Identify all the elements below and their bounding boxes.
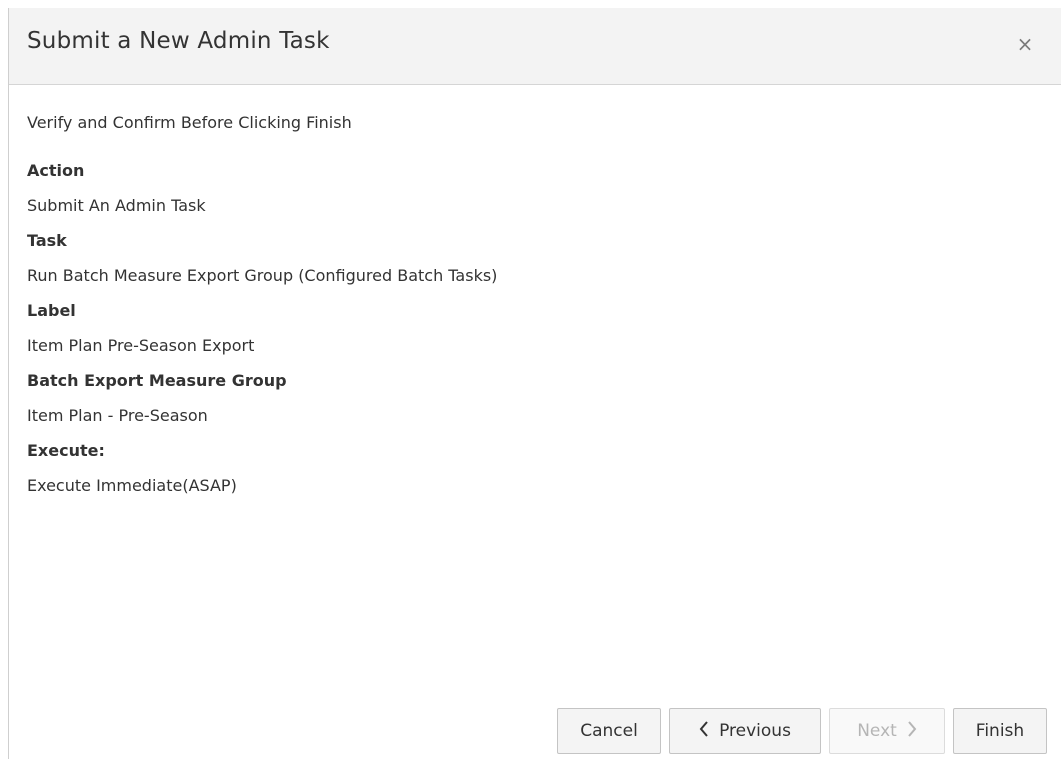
dialog-footer: Cancel Previous Next Finish [557, 708, 1047, 754]
field-label-measure-group: Batch Export Measure Group [27, 371, 287, 390]
next-button-label: Next [857, 721, 897, 741]
dialog-title: Submit a New Admin Task [27, 28, 330, 54]
field-value-execute: Execute Immediate(ASAP) [27, 476, 237, 495]
field-value-measure-group: Item Plan - Pre-Season [27, 406, 208, 425]
field-label-task: Task [27, 231, 67, 250]
finish-button-label: Finish [975, 721, 1025, 741]
summary-fields: Action Submit An Admin Task Task Run Bat… [27, 153, 1043, 503]
field-value-action: Submit An Admin Task [27, 196, 206, 215]
field-label-action: Action [27, 161, 85, 180]
field-value-task: Run Batch Measure Export Group (Configur… [27, 266, 498, 285]
field-label-label: Label [27, 301, 76, 320]
field-label-execute: Execute: [27, 441, 105, 460]
close-icon: × [1016, 32, 1034, 56]
instruction-text: Verify and Confirm Before Clicking Finis… [27, 113, 352, 132]
chevron-left-icon [699, 721, 709, 741]
previous-button-label: Previous [719, 721, 791, 741]
finish-button[interactable]: Finish [953, 708, 1047, 754]
cancel-button[interactable]: Cancel [557, 708, 661, 754]
next-button[interactable]: Next [829, 708, 945, 754]
admin-task-dialog: Submit a New Admin Task × Verify and Con… [8, 8, 1061, 759]
close-button[interactable]: × [1011, 30, 1039, 58]
cancel-button-label: Cancel [580, 721, 638, 741]
chevron-right-icon [907, 721, 917, 741]
field-value-label: Item Plan Pre-Season Export [27, 336, 255, 355]
dialog-header: Submit a New Admin Task × [9, 8, 1061, 85]
dialog-body: Verify and Confirm Before Clicking Finis… [27, 85, 1043, 503]
previous-button[interactable]: Previous [669, 708, 821, 754]
